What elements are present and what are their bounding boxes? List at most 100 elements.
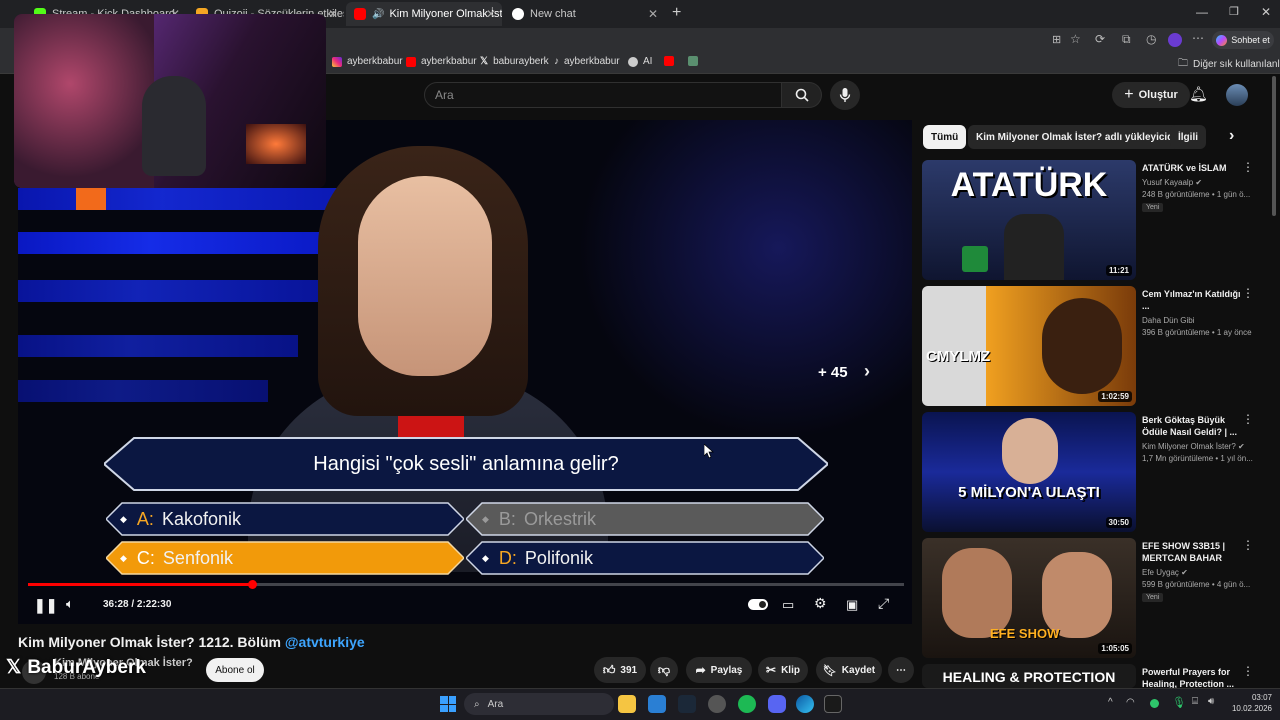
share-button[interactable]: ➦ Paylaş	[686, 657, 752, 683]
video-thumbnail[interactable]: EFE SHOW 1:05:05	[922, 538, 1136, 658]
more-vertical-icon[interactable]: ⋮	[1242, 664, 1254, 678]
profile-avatar[interactable]	[1168, 33, 1182, 47]
miniplayer-icon[interactable]: ▣	[846, 597, 858, 613]
bookmark-youtube[interactable]: ayberkbabur	[406, 56, 477, 67]
subscribe-button[interactable]: Abone ol	[206, 658, 264, 682]
video-thumbnail[interactable]: HEALING & PROTECTION	[922, 664, 1136, 688]
windows-start-icon[interactable]	[440, 696, 456, 712]
steam-icon[interactable]	[678, 695, 696, 713]
file-explorer-icon[interactable]	[618, 695, 636, 713]
video-thumbnail[interactable]: CMYLMZ 1:02:59	[922, 286, 1136, 406]
recommendation-item[interactable]: 5 MİLYON'A ULAŞTI 30:50 Berk Göktaş Büyü…	[922, 412, 1272, 534]
bookmark-tiktok[interactable]: ♪ ayberkbabur	[554, 56, 620, 67]
recommendation-item[interactable]: HEALING & PROTECTION Powerful Prayers fo…	[922, 664, 1272, 688]
copilot-button[interactable]: Sohbet et	[1212, 31, 1274, 49]
youtube-icon	[354, 8, 366, 20]
recommendation-title[interactable]: Cem Yılmaz'ın Katıldığı ...	[1142, 288, 1248, 312]
more-vertical-icon[interactable]: ⋮	[1242, 286, 1254, 300]
extensions-icon[interactable]: ⟳	[1095, 32, 1105, 46]
like-button[interactable]: 👍︎ 391	[594, 657, 646, 683]
edge-icon[interactable]	[796, 695, 814, 713]
recommendation-item[interactable]: EFE SHOW 1:05:05 EFE SHOW S3B15 | MERTCA…	[922, 538, 1272, 660]
video-thumbnail[interactable]: 5 MİLYON'A ULAŞTI 30:50	[922, 412, 1136, 532]
subtitles-icon[interactable]: ▭	[782, 597, 794, 613]
video-title-tag[interactable]: @atvturkiye	[285, 634, 365, 650]
microphone-icon[interactable]: 🎙︎	[1172, 696, 1186, 709]
close-icon[interactable]: ✕	[328, 7, 338, 21]
video-thumbnail[interactable]: ATATÜRK 11:21	[922, 160, 1136, 280]
close-icon[interactable]: ✕	[648, 7, 658, 21]
volume-icon[interactable]: 🔈︎	[66, 596, 74, 612]
skip-forward-label[interactable]: + 45	[818, 364, 848, 381]
more-vertical-icon[interactable]: ⋮	[1242, 538, 1254, 552]
network-icon[interactable]: ⌸	[1192, 696, 1198, 707]
bookmark-instagram[interactable]: ayberkbabur	[332, 56, 403, 67]
save-button[interactable]: 🔖︎ Kaydet	[816, 657, 882, 683]
taskbar-clock[interactable]: 03:07 10.02.2026	[1228, 692, 1272, 714]
clock-date: 10.02.2026	[1231, 704, 1272, 713]
notifications-bell-icon[interactable]: 🔔︎	[1189, 85, 1208, 103]
autoplay-toggle[interactable]	[748, 599, 768, 610]
recommendation-title[interactable]: Powerful Prayers for Healing, Protection…	[1142, 666, 1248, 688]
answer-text: Kakofonik	[161, 508, 241, 529]
close-icon[interactable]: ✕	[486, 7, 496, 21]
more-vertical-icon[interactable]: ⋮	[1242, 160, 1254, 174]
account-avatar[interactable]	[1226, 84, 1248, 106]
recommendation-title[interactable]: EFE SHOW S3B15 | MERTCAN BAHAR	[1142, 540, 1248, 564]
search-input[interactable]: Ara	[424, 82, 782, 108]
recommendation-title[interactable]: ATATÜRK ve İSLAM	[1142, 162, 1248, 174]
favorite-star-icon[interactable]: ☆	[1070, 32, 1081, 46]
tab-new-chat[interactable]: New chat ✕	[504, 2, 664, 26]
window-close-icon[interactable]: ✕	[1261, 5, 1271, 19]
search-button[interactable]	[782, 82, 822, 108]
recommendation-channel[interactable]: Efe Uygaç ✔	[1142, 568, 1188, 577]
other-bookmarks[interactable]: 🗀 Diğer sık kullanılanlar	[1178, 56, 1280, 73]
app-icon[interactable]	[824, 695, 842, 713]
spotify-icon[interactable]	[738, 695, 756, 713]
voice-search-button[interactable]	[830, 80, 860, 110]
recommendation-channel[interactable]: Daha Dün Gibi	[1142, 316, 1194, 325]
maximize-icon[interactable]: ❐	[1229, 5, 1239, 18]
chevron-up-icon[interactable]: ^	[1108, 697, 1113, 708]
chevron-right-icon[interactable]: ›	[864, 361, 870, 382]
bookmark-image[interactable]	[688, 56, 698, 66]
chip-all[interactable]: Tümü	[923, 125, 967, 149]
chip-related[interactable]: İlgili	[1170, 125, 1206, 149]
more-actions-button[interactable]: ⋯	[888, 657, 914, 683]
bookmark-ai[interactable]: AI	[628, 56, 652, 67]
recommendation-item[interactable]: ATATÜRK 11:21 ATATÜRK ve İSLAM Yusuf Kay…	[922, 160, 1272, 282]
openai-icon	[628, 56, 638, 67]
store-icon[interactable]	[648, 695, 666, 713]
fullscreen-icon[interactable]: ⤢	[878, 595, 889, 612]
pause-icon[interactable]: ❚❚	[34, 597, 57, 614]
dislike-button[interactable]: 👎︎	[650, 657, 678, 683]
settings-gear-icon[interactable]: ⚙	[814, 595, 827, 612]
new-tab-icon[interactable]: +	[672, 4, 681, 22]
bookmark-youtube-2[interactable]	[664, 56, 674, 66]
create-button[interactable]: + Oluştur	[1112, 82, 1190, 108]
taskbar-search[interactable]: ⌕ Ara	[464, 693, 614, 715]
minimize-icon[interactable]: —	[1196, 5, 1208, 19]
app-icon[interactable]: ⊞	[1052, 33, 1061, 46]
discord-icon[interactable]	[768, 695, 786, 713]
chip-uploader[interactable]: Kim Milyoner Olmak İster? adlı yükleyici…	[968, 125, 1193, 149]
recommendation-channel[interactable]: Yusuf Kayaalp ✔	[1142, 178, 1202, 187]
chevron-right-icon[interactable]: ›	[1229, 127, 1234, 145]
bookmark-x[interactable]: 𝕏baburayberk	[480, 56, 549, 67]
more-vertical-icon[interactable]: ⋮	[1242, 412, 1254, 426]
page-scrollbar[interactable]	[1272, 76, 1276, 216]
tab-youtube-video[interactable]: 🔊 Kim Milyoner Olmak İster? 12 ✕	[346, 2, 502, 26]
status-dot-icon[interactable]	[1150, 699, 1159, 708]
clip-button[interactable]: ✂ Klip	[758, 657, 808, 683]
recommendation-channel[interactable]: Kim Milyoner Olmak İster? ✔	[1142, 442, 1245, 451]
studio-light-stripe	[18, 335, 298, 357]
answer-c: ◆ C: Senfonik	[120, 541, 450, 575]
obs-icon[interactable]	[708, 695, 726, 713]
recommendation-item[interactable]: CMYLMZ 1:02:59 Cem Yılmaz'ın Katıldığı .…	[922, 286, 1272, 408]
speaker-icon[interactable]: 🔊︎	[1208, 696, 1214, 707]
history-icon[interactable]: ◷	[1146, 32, 1156, 46]
recommendation-title[interactable]: Berk Göktaş Büyük Ödüle Nasıl Geldi? | .…	[1142, 414, 1248, 438]
more-menu-icon[interactable]: ⋯	[1192, 31, 1204, 45]
wifi-icon[interactable]: ◠	[1126, 697, 1135, 708]
collections-icon[interactable]: ⧉	[1122, 32, 1131, 47]
